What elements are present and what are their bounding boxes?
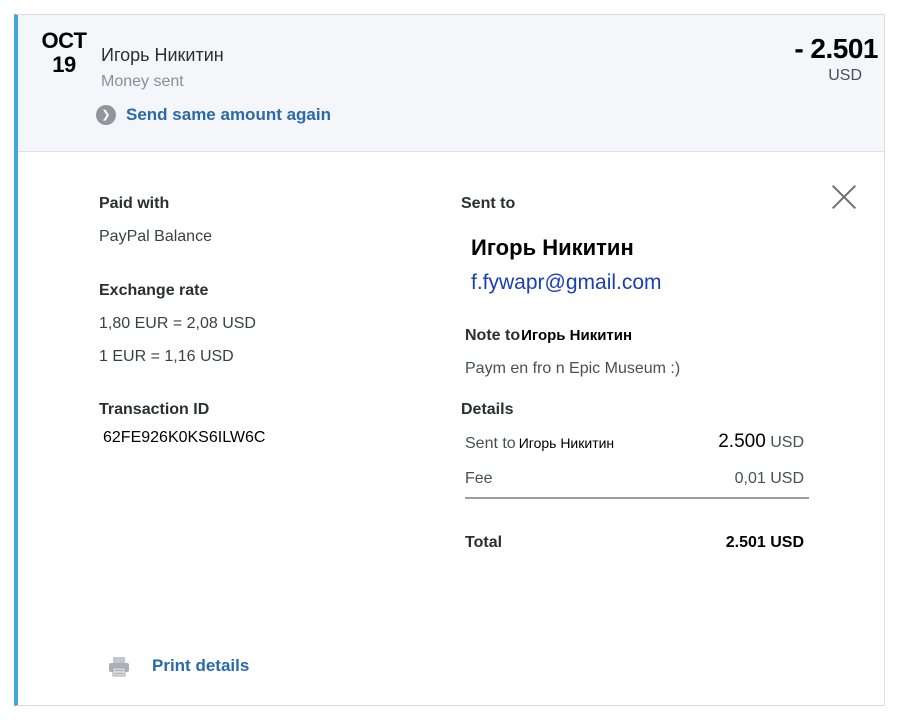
details-sent-amount-number: 2.500 xyxy=(718,431,766,452)
send-again-label: Send same amount again xyxy=(126,105,331,124)
exchange-rate-label: Exchange rate xyxy=(99,282,209,299)
date-day: 19 xyxy=(52,52,76,77)
sent-to-label: Sent to xyxy=(461,195,516,212)
details-sent-name: Игорь Никитин xyxy=(518,435,615,451)
sent-to-email[interactable]: f.fywapr@gmail.com xyxy=(471,271,662,295)
total-value: 2.501 USD xyxy=(725,534,804,551)
details-sent-label: Sent to xyxy=(465,435,516,452)
recipient-name: Игорь Никитин xyxy=(101,45,224,65)
details-sent-row-label: Sent to Игорь Никитин xyxy=(465,435,614,453)
note-to-name: Игорь Никитин xyxy=(521,327,633,344)
transaction-currency: USD xyxy=(828,67,862,84)
total-label: Total xyxy=(465,534,503,551)
details-fee-label: Fee xyxy=(465,470,493,487)
exchange-rate-line1: 1,80 EUR = 2,08 USD xyxy=(99,315,256,332)
transaction-id-value: 62FE926K0KS6ILW6C xyxy=(103,429,266,446)
transaction-header[interactable]: OCT 19 Игорь Никитин Money sent ❯ Send s… xyxy=(18,15,884,152)
printer-icon xyxy=(109,657,129,677)
note-to-label: Note toИгорь Никитин xyxy=(465,327,632,345)
exchange-rate-line2: 1 EUR = 1,16 USD xyxy=(99,348,234,365)
print-details-link[interactable]: Print details xyxy=(108,655,249,677)
send-again-link[interactable]: ❯ Send same amount again xyxy=(96,105,331,125)
note-to-text: Note to xyxy=(465,327,521,344)
paid-with-value: PayPal Balance xyxy=(99,228,212,245)
details-sent-amount-currency: USD xyxy=(770,434,804,451)
details-divider xyxy=(465,497,809,499)
transaction-card: OCT 19 Игорь Никитин Money sent ❯ Send s… xyxy=(14,14,885,706)
transaction-status: Money sent xyxy=(101,73,184,90)
transaction-amount: - 2.501 xyxy=(794,33,878,64)
details-sent-amount: 2.500 USD xyxy=(718,431,804,453)
transaction-id-label: Transaction ID xyxy=(99,401,210,418)
transaction-date: OCT 19 xyxy=(34,29,94,77)
paid-with-label: Paid with xyxy=(99,195,170,212)
chevron-right-icon: ❯ xyxy=(96,105,116,125)
date-month: OCT xyxy=(41,28,87,53)
details-fee-value: 0,01 USD xyxy=(734,470,804,487)
close-icon[interactable] xyxy=(830,183,858,211)
details-label: Details xyxy=(461,401,514,418)
sent-to-name: Игорь Никитин xyxy=(471,235,634,260)
print-details-label: Print details xyxy=(152,656,250,675)
note-text: Paym en fro n Epic Museum :) xyxy=(465,360,681,377)
